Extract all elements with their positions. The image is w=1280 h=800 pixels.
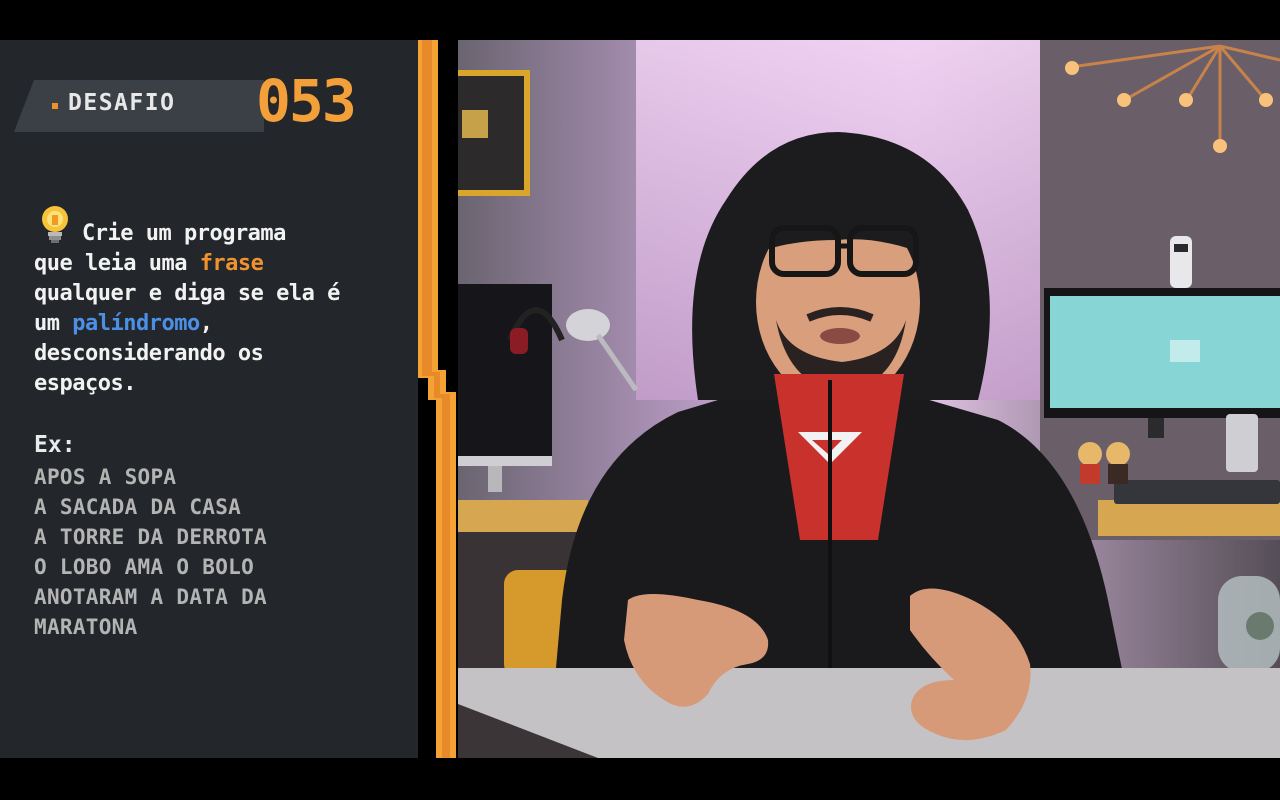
framed-play-button-plaque [458,70,530,196]
challenge-number: 053 [256,67,357,135]
challenge-title: DESAFIO [68,90,176,116]
description-line-2: que leia uma frase [34,251,264,276]
example-item: APOS A SOPA [34,465,177,489]
example-item: MARATONA [34,615,138,639]
example-item: A SACADA DA CASA [34,495,242,519]
letterbox-bottom [0,758,1280,800]
title-bullet [52,103,58,109]
phone [1226,414,1258,472]
description-line-5: desconsiderando os [34,341,264,366]
highlight-frase: frase [199,251,264,276]
description-line-3: qualquer e diga se ela é [34,281,340,306]
example-item: ANOTARAM A DATA DA [34,585,267,609]
examples-list: APOS A SOPA A SACADA DA CASA A TORRE DA … [34,462,267,642]
stormtrooper-figure [1170,236,1192,288]
description-line-4: um palíndromo, [34,311,213,336]
foreground-desk [458,668,1280,758]
description-line-6: espaços. [34,371,136,396]
glass-jar [1218,576,1280,672]
panel-pixel-border [418,40,458,758]
left-desk [458,500,588,532]
keyboard [1114,480,1280,504]
examples-label: Ex: [34,432,76,458]
right-desk [1098,500,1280,536]
description-line-1: Crie um programa [82,221,286,246]
example-item: O LOBO AMA O BOLO [34,555,255,579]
video-scene [458,40,1280,758]
highlight-palindromo: palíndromo [72,311,200,336]
letterbox-top [0,0,1280,40]
challenge-panel [0,40,418,758]
challenge-description: Crie um programa que leia uma frase qual… [34,219,404,399]
example-item: A TORRE DA DERROTA [34,525,267,549]
imac-monitor [458,284,552,492]
